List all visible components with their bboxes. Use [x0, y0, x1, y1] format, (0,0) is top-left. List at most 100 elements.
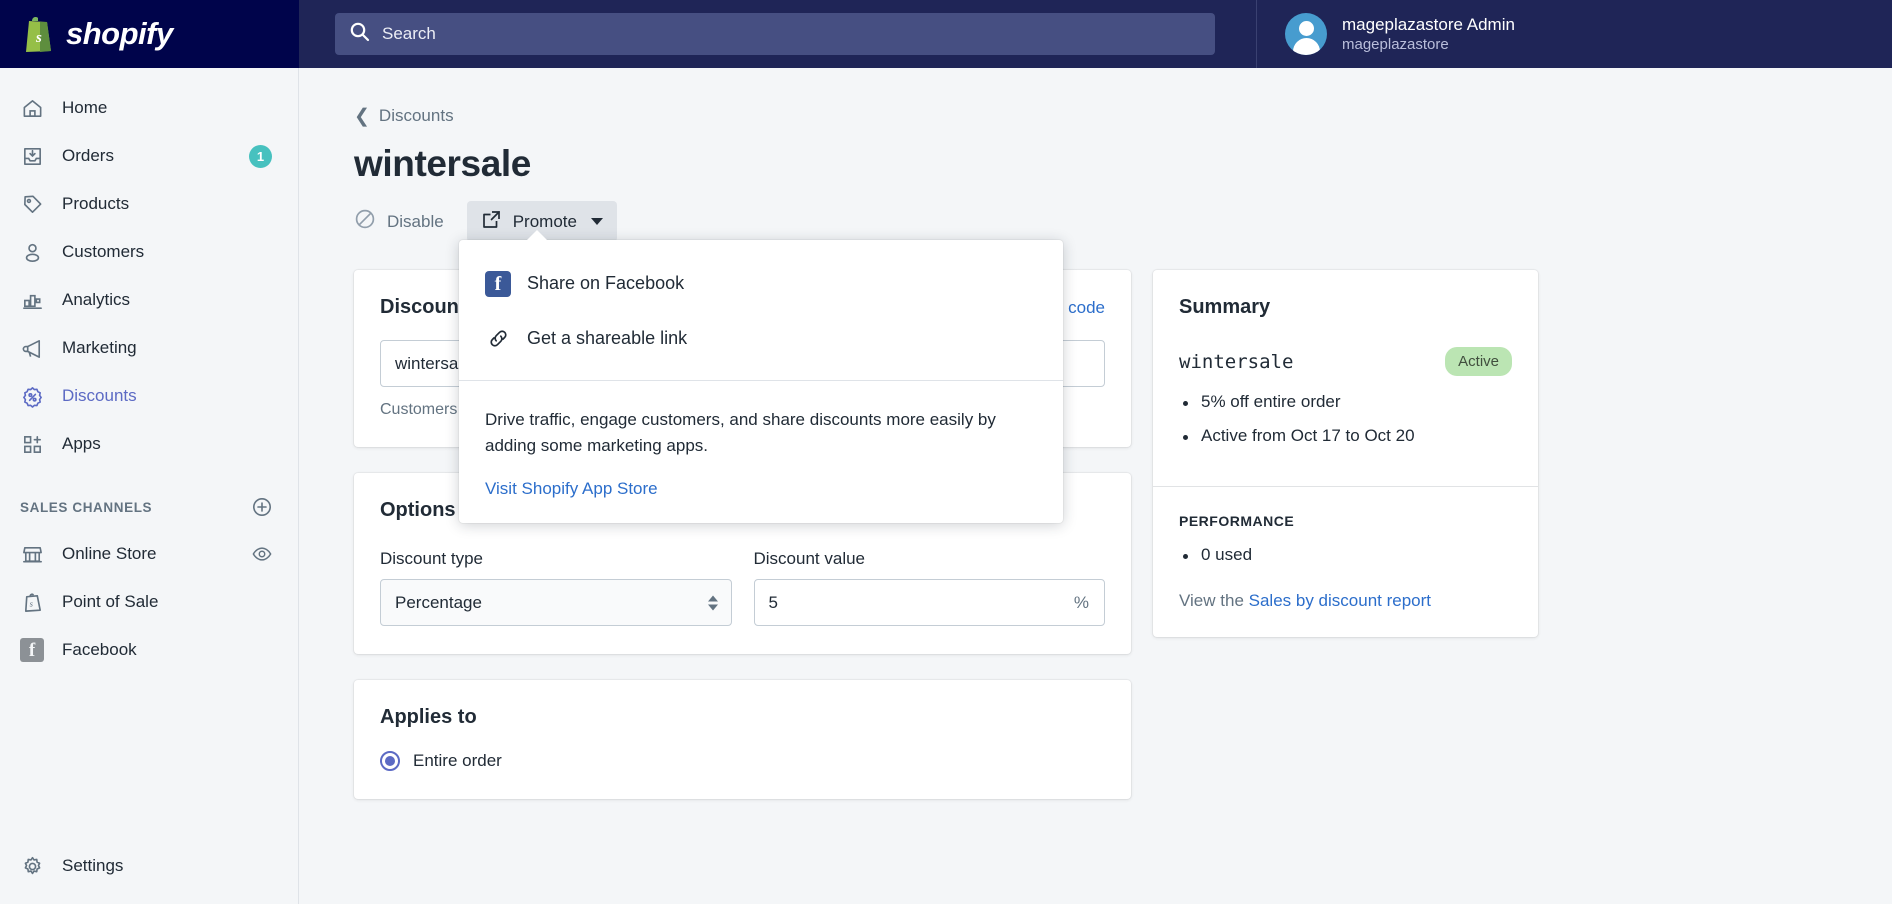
- discount-type-value: Percentage: [395, 592, 482, 612]
- performance-section: PERFORMANCE 0 used View the Sales by dis…: [1153, 486, 1538, 637]
- main-content: ❮ Discounts wintersale Disable Promote f…: [299, 68, 1892, 904]
- facebook-icon: f: [485, 270, 511, 297]
- svg-text:s: s: [35, 30, 42, 46]
- sidebar-item-discounts[interactable]: Discounts: [0, 376, 298, 416]
- sidebar-item-marketing[interactable]: Marketing: [0, 328, 298, 368]
- promote-popover-list: f Share on Facebook Get a shareable link: [459, 240, 1063, 380]
- home-icon: [20, 96, 44, 120]
- user-store: mageplazastore: [1342, 36, 1449, 53]
- discount-type-field: Discount type Percentage: [380, 549, 732, 626]
- radio-selected-icon: [380, 751, 400, 771]
- summary-section: Summary wintersale Active 5% off entire …: [1153, 270, 1538, 486]
- sidebar-item-label: Home: [62, 98, 108, 117]
- summary-code: wintersale: [1179, 350, 1294, 373]
- orders-badge: 1: [249, 144, 272, 168]
- sidebar-item-label: Settings: [62, 856, 124, 875]
- sidebar-item-customers[interactable]: Customers: [0, 232, 298, 272]
- sidebar-item-analytics[interactable]: Analytics: [0, 280, 298, 320]
- eye-icon[interactable]: [252, 544, 272, 564]
- sidebar-item-label: Point of Sale: [62, 592, 159, 611]
- discount-type-select[interactable]: Percentage: [380, 579, 732, 626]
- gear-icon: [20, 854, 44, 878]
- view-report-line: View the Sales by discount report: [1179, 591, 1512, 611]
- sidebar-item-home[interactable]: Home: [0, 88, 298, 128]
- search-input[interactable]: Search: [335, 13, 1215, 55]
- get-shareable-link-label: Get a shareable link: [527, 328, 688, 348]
- sidebar-settings-nav: Settings: [0, 846, 299, 886]
- applies-to-title: Applies to: [380, 706, 477, 728]
- get-shareable-link-item[interactable]: Get a shareable link: [459, 311, 1063, 366]
- applies-to-card: Applies to Entire order: [354, 680, 1131, 799]
- sidebar-item-products[interactable]: Products: [0, 184, 298, 224]
- discount-value-input[interactable]: [753, 579, 1105, 626]
- popover-footer-text: Drive traffic, engage customers, and sha…: [485, 410, 996, 455]
- sidebar-item-label: Analytics: [62, 290, 131, 309]
- discount-value-field: Discount value %: [753, 549, 1105, 626]
- discount-percent-icon: [20, 384, 44, 408]
- sales-channels-label: SALES CHANNELS: [20, 499, 153, 515]
- tag-icon: [20, 192, 44, 216]
- shopify-logo[interactable]: s shopify: [0, 0, 299, 68]
- list-item: 5% off entire order: [1179, 392, 1512, 412]
- summary-card: Summary wintersale Active 5% off entire …: [1153, 270, 1538, 637]
- sidebar-item-facebook[interactable]: f Facebook: [0, 630, 298, 670]
- person-icon: [20, 240, 44, 264]
- top-bar: s shopify Search mageplazastore Admin ma…: [0, 0, 1892, 68]
- sidebar-item-online-store[interactable]: Online Store: [0, 534, 298, 574]
- share-on-facebook-item[interactable]: f Share on Facebook: [459, 256, 1063, 311]
- sales-by-discount-report-link[interactable]: Sales by discount report: [1249, 591, 1431, 610]
- applies-to-option-label: Entire order: [413, 751, 502, 770]
- sales-channels-header: SALES CHANNELS: [0, 490, 298, 524]
- sidebar-item-label: Marketing: [62, 338, 137, 357]
- search-placeholder: Search: [382, 24, 436, 43]
- list-item: Active from Oct 17 to Oct 20: [1179, 426, 1512, 446]
- discount-value-label: Discount value: [753, 549, 866, 568]
- promote-popover-footer: Drive traffic, engage customers, and sha…: [459, 380, 1063, 523]
- sidebar-item-label: Discounts: [62, 386, 137, 405]
- promote-popover: f Share on Facebook Get a shareable link…: [459, 230, 1063, 523]
- breadcrumb-label: Discounts: [378, 106, 454, 125]
- summary-column: Summary wintersale Active 5% off entire …: [1153, 270, 1538, 825]
- bar-chart-icon: [20, 288, 44, 312]
- orders-inbox-icon: [20, 144, 44, 168]
- user-menu[interactable]: mageplazastore Admin mageplazastore: [1256, 0, 1892, 68]
- list-item: 0 used: [1179, 545, 1512, 565]
- share-on-facebook-label: Share on Facebook: [527, 273, 685, 293]
- sidebar-channels-nav: Online Store s Point of Sale f Facebook: [0, 534, 298, 670]
- breadcrumb[interactable]: ❮ Discounts: [354, 106, 454, 126]
- visit-shopify-app-store-link[interactable]: Visit Shopify App Store: [485, 479, 658, 499]
- sidebar-item-label: Apps: [62, 434, 101, 453]
- applies-to-option[interactable]: Entire order: [380, 751, 1105, 771]
- shopify-bag-icon: s: [20, 590, 44, 614]
- chevron-left-icon: ❮: [354, 105, 370, 127]
- sidebar-primary-nav: Home Orders 1 Products Customers Analyti…: [0, 68, 298, 464]
- disable-label: Disable: [387, 211, 444, 231]
- view-report-prefix: View the: [1179, 591, 1249, 610]
- page-actions: Disable Promote: [354, 201, 1892, 242]
- sidebar-item-label: Orders: [62, 146, 114, 165]
- performance-bullets: 0 used: [1179, 545, 1512, 565]
- shopify-bag-icon: s: [22, 15, 56, 53]
- sidebar-item-label: Facebook: [62, 640, 137, 659]
- disable-button[interactable]: Disable: [354, 201, 458, 242]
- facebook-icon: f: [20, 638, 44, 662]
- search-area: Search: [299, 13, 1256, 55]
- sidebar: Home Orders 1 Products Customers Analyti…: [0, 68, 299, 904]
- sidebar-item-apps[interactable]: Apps: [0, 424, 298, 464]
- sidebar-item-settings[interactable]: Settings: [0, 846, 299, 886]
- sidebar-item-label: Online Store: [62, 544, 157, 563]
- page-title: wintersale: [354, 143, 531, 184]
- user-name: mageplazastore Admin: [1342, 15, 1515, 34]
- sidebar-item-point-of-sale[interactable]: s Point of Sale: [0, 582, 298, 622]
- avatar: [1285, 13, 1327, 55]
- chevron-down-icon: [590, 218, 603, 225]
- promote-label: Promote: [512, 211, 577, 231]
- shopify-wordmark: shopify: [66, 16, 173, 51]
- sidebar-item-orders[interactable]: Orders 1: [0, 136, 298, 176]
- plus-circle-icon[interactable]: [252, 497, 272, 517]
- search-icon: [349, 21, 370, 47]
- svg-text:s: s: [29, 598, 33, 608]
- sidebar-item-label: Customers: [62, 242, 145, 261]
- performance-label: PERFORMANCE: [1179, 513, 1295, 529]
- apps-grid-plus-icon: [20, 432, 44, 456]
